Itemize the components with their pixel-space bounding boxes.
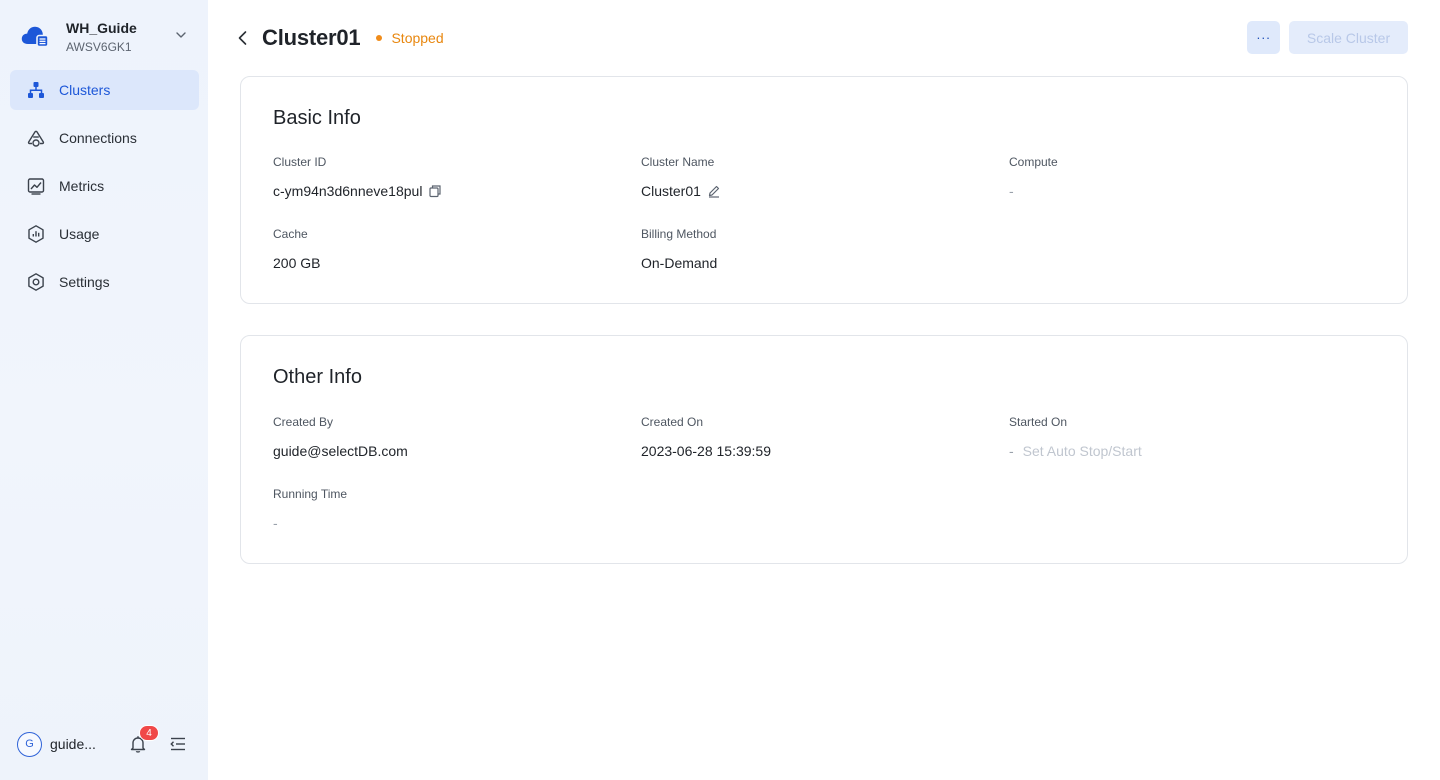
metrics-icon xyxy=(26,176,46,196)
sidebar-item-label: Usage xyxy=(59,226,100,242)
field-label: Billing Method xyxy=(641,227,717,241)
field-label: Cache xyxy=(273,227,308,241)
status-badge: Stopped xyxy=(376,30,444,46)
compute-field: Compute - xyxy=(1009,154,1349,201)
sidebar-item-clusters[interactable]: Clusters xyxy=(10,70,199,110)
field-label: Cluster Name xyxy=(641,155,715,169)
workspace-name: WH_Guide xyxy=(66,19,137,36)
field-label: Running Time xyxy=(273,487,348,501)
billing-method-value: On-Demand xyxy=(641,255,718,271)
status-dot xyxy=(376,35,383,41)
sidebar-item-metrics[interactable]: Metrics xyxy=(10,166,199,206)
set-auto-stop-start-link[interactable]: Set Auto Stop/Start xyxy=(1023,441,1142,461)
running-time-value: - xyxy=(273,515,278,531)
cloud-database-icon xyxy=(20,21,50,51)
notification-count-badge: 4 xyxy=(139,725,159,741)
cache-value: 200 GB xyxy=(273,255,321,271)
section-title: Basic Info xyxy=(273,107,361,129)
field-label: Created By xyxy=(273,415,334,429)
started-on-field: Started On - Set Auto Stop/Start xyxy=(1009,414,1349,461)
chevron-down-icon[interactable] xyxy=(174,28,188,42)
created-by-field: Created By guide@selectDB.com xyxy=(273,414,613,461)
created-on-field: Created On 2023-06-28 15:39:59 xyxy=(641,414,981,461)
sidebar-item-label: Settings xyxy=(59,274,110,290)
back-arrow-icon[interactable] xyxy=(232,27,254,49)
field-value: Cluster01 xyxy=(641,181,981,201)
sidebar: WH_Guide AWSV6GK1 Clusters Connections M… xyxy=(0,0,208,780)
status-text: Stopped xyxy=(391,30,444,46)
field-label: Created On xyxy=(641,415,704,429)
sidebar-item-usage[interactable]: Usage xyxy=(10,214,199,254)
running-time-field: Running Time - xyxy=(273,486,613,533)
sidebar-item-label: Connections xyxy=(59,130,137,146)
scale-cluster-button[interactable]: Scale Cluster xyxy=(1289,21,1408,54)
usage-icon xyxy=(26,224,46,244)
cluster-name-field: Cluster Name Cluster01 xyxy=(641,154,981,201)
connections-icon xyxy=(26,128,46,148)
sidebar-footer: G guide... 4 xyxy=(17,725,192,757)
workspace-switcher[interactable]: WH_Guide AWSV6GK1 xyxy=(20,14,194,58)
sidebar-item-settings[interactable]: Settings xyxy=(10,262,199,302)
copy-icon[interactable] xyxy=(428,184,442,198)
cluster-name-value: Cluster01 xyxy=(641,183,701,199)
sidebar-nav: Clusters Connections Metrics Usage Setti… xyxy=(10,70,199,310)
collapse-sidebar-icon[interactable] xyxy=(169,735,187,753)
user-name[interactable]: guide... xyxy=(50,736,112,752)
other-info-card: Other Info Created By guide@selectDB.com… xyxy=(240,335,1408,564)
page-title: Cluster01 xyxy=(262,25,361,50)
started-on-value: - xyxy=(1009,443,1014,459)
cache-field: Cache 200 GB xyxy=(273,226,613,273)
gear-icon xyxy=(26,272,46,292)
created-on-value: 2023-06-28 15:39:59 xyxy=(641,443,771,459)
field-label: Cluster ID xyxy=(273,155,327,169)
field-label: Started On xyxy=(1009,415,1068,429)
clusters-icon xyxy=(26,80,46,100)
field-label: Compute xyxy=(1009,155,1058,169)
sidebar-item-connections[interactable]: Connections xyxy=(10,118,199,158)
page-header: Cluster01 Stopped ··· Scale Cluster xyxy=(232,20,1408,56)
edit-pencil-icon[interactable] xyxy=(707,184,721,198)
cluster-id-field: Cluster ID c-ym94n3d6nneve18pul xyxy=(273,154,613,201)
created-by-value: guide@selectDB.com xyxy=(273,443,408,459)
cluster-id-value: c-ym94n3d6nneve18pul xyxy=(273,183,423,199)
field-value: - Set Auto Stop/Start xyxy=(1009,441,1349,461)
basic-info-card: Basic Info Cluster ID c-ym94n3d6nneve18p… xyxy=(240,76,1408,304)
field-value: c-ym94n3d6nneve18pul xyxy=(273,181,613,201)
more-actions-button[interactable]: ··· xyxy=(1247,21,1280,54)
avatar[interactable]: G xyxy=(17,731,42,757)
compute-value: - xyxy=(1009,183,1014,199)
section-title: Other Info xyxy=(273,366,362,388)
workspace-id: AWSV6GK1 xyxy=(66,39,132,54)
billing-method-field: Billing Method On-Demand xyxy=(641,226,981,273)
sidebar-item-label: Metrics xyxy=(59,178,105,194)
sidebar-item-label: Clusters xyxy=(59,82,111,98)
